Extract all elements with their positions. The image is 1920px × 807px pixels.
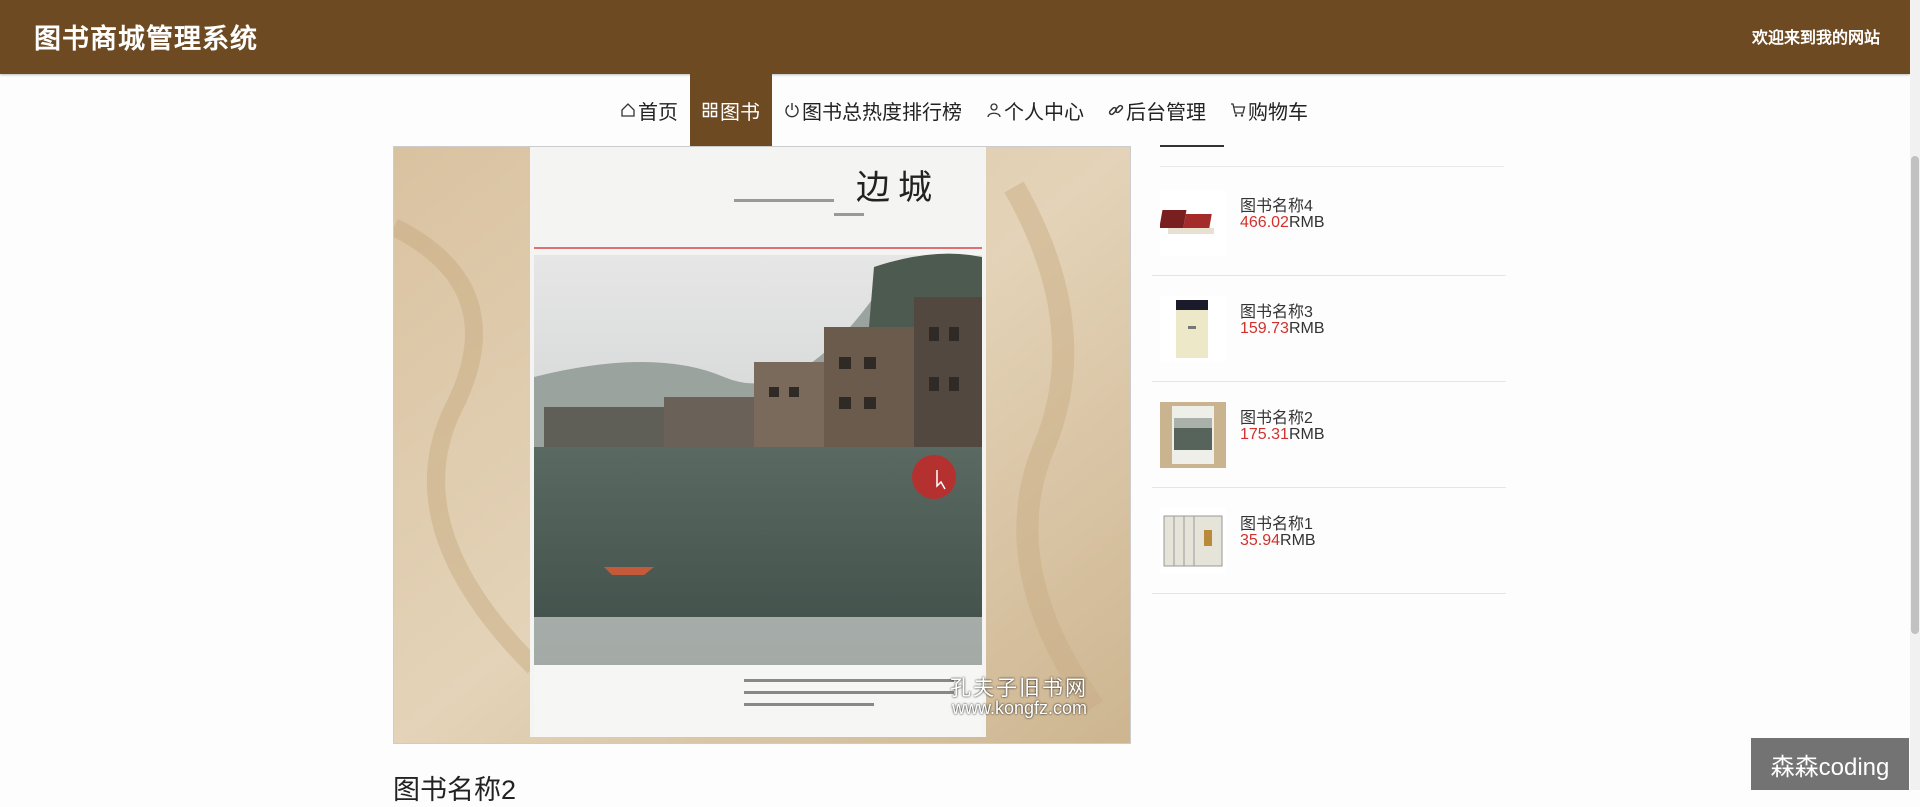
welcome-text: 欢迎来到我的网站 xyxy=(1751,30,1880,47)
item-price: 175.31RMB xyxy=(1240,426,1325,444)
corner-watermark: 森森coding xyxy=(1751,738,1909,790)
nav-item-home[interactable]: 首页 xyxy=(608,74,690,146)
page-scrollbar[interactable] xyxy=(1910,0,1920,790)
book-cover-image xyxy=(393,146,1131,744)
list-item[interactable]: 图书名称2 175.31RMB xyxy=(1152,382,1506,488)
nav-item-books[interactable]: 图书 xyxy=(690,74,772,146)
sidebar-tab-indicator xyxy=(1160,145,1224,147)
grid-icon xyxy=(702,102,718,118)
price-value: 466.02 xyxy=(1240,214,1289,231)
power-icon xyxy=(785,103,799,118)
scrollbar-thumb[interactable] xyxy=(1911,156,1919,634)
top-header: 图书商城管理系统 欢迎来到我的网站 xyxy=(0,0,1910,74)
item-name[interactable]: 图书名称2 xyxy=(1240,404,1313,428)
link-icon xyxy=(1108,104,1124,116)
book-thumbnail[interactable] xyxy=(1160,508,1226,574)
item-name[interactable]: 图书名称3 xyxy=(1240,298,1313,322)
list-item[interactable]: 图书名称1 35.94RMB xyxy=(1152,488,1506,594)
book-thumbnail[interactable] xyxy=(1160,402,1226,468)
item-price: 35.94RMB xyxy=(1240,532,1316,550)
price-currency: RMB xyxy=(1288,426,1325,443)
site-title: 图书商城管理系统 xyxy=(34,24,258,54)
nav-item-label: 图书 xyxy=(720,101,760,124)
nav-item-label: 个人中心 xyxy=(1004,101,1084,124)
price-currency: RMB xyxy=(1288,320,1325,337)
item-name[interactable]: 图书名称1 xyxy=(1240,510,1313,534)
nav-item-label: 图书总热度排行榜 xyxy=(802,101,962,124)
book-thumbnail[interactable] xyxy=(1160,190,1226,256)
nav-item-ranking[interactable]: 图书总热度排行榜 xyxy=(772,74,974,146)
home-icon xyxy=(621,103,635,117)
price-currency: RMB xyxy=(1288,214,1325,231)
main-nav: 首页 图书 图书总热度排行榜 个人中心 后台管理 购物车 xyxy=(608,74,1320,146)
watermark-url: www.kongfz.com xyxy=(952,698,1088,718)
price-value: 175.31 xyxy=(1240,426,1289,443)
cover-title-text: 边城 xyxy=(856,168,940,208)
user-icon xyxy=(987,103,1001,118)
list-item[interactable]: 图书名称4 466.02RMB xyxy=(1152,170,1506,276)
nav-item-label: 首页 xyxy=(638,101,678,124)
item-price: 159.73RMB xyxy=(1240,320,1325,338)
nav-item-admin[interactable]: 后台管理 xyxy=(1096,74,1218,146)
recommend-list: 图书名称4 466.02RMB 图书名称3 159.73RMB 图书名称2 17… xyxy=(1152,170,1506,594)
list-item[interactable]: 图书名称3 159.73RMB xyxy=(1152,276,1506,382)
item-price: 466.02RMB xyxy=(1240,214,1325,232)
divider xyxy=(1160,166,1504,167)
price-value: 35.94 xyxy=(1240,532,1281,549)
book-title: 图书名称2 xyxy=(393,775,517,805)
nav-item-cart[interactable]: 购物车 xyxy=(1218,74,1320,146)
item-name[interactable]: 图书名称4 xyxy=(1240,192,1313,216)
price-currency: RMB xyxy=(1280,532,1316,549)
nav-item-label: 购物车 xyxy=(1248,101,1308,124)
price-value: 159.73 xyxy=(1240,320,1289,337)
nav-item-profile[interactable]: 个人中心 xyxy=(974,74,1096,146)
book-thumbnail[interactable] xyxy=(1160,296,1226,362)
nav-item-label: 后台管理 xyxy=(1126,101,1206,124)
cart-icon xyxy=(1231,103,1246,117)
